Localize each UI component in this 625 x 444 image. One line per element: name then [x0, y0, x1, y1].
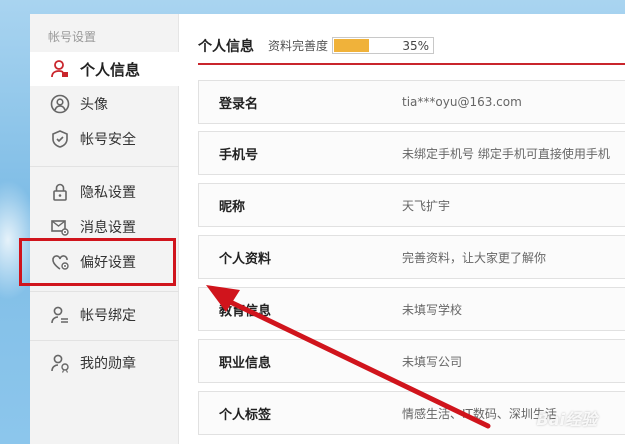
avatar-icon [50, 94, 70, 114]
row-label: 手机号 [219, 147, 259, 163]
user-link-icon [50, 305, 70, 325]
sidebar-item-privacy[interactable]: 隐私设置 [30, 175, 179, 209]
sidebar: 帐号设置 个人信息 头像 帐号安全 隐私设置 消息设置 偏好设置 帐号绑定 我的… [30, 14, 180, 444]
watermark: Bai经验 [536, 410, 597, 429]
sidebar-item-account-binding[interactable]: 帐号绑定 [30, 298, 179, 332]
sidebar-divider [30, 291, 179, 292]
row-value: 天飞扩宇 [402, 198, 451, 213]
mail-gear-icon [50, 217, 70, 237]
sidebar-item-label: 头像 [80, 97, 108, 113]
heart-gear-icon [50, 252, 70, 272]
row-value: 情感生活、IT数码、深圳生活 [402, 406, 557, 421]
row-label: 个人资料 [219, 251, 272, 267]
sidebar-item-account-security[interactable]: 帐号安全 [30, 122, 179, 156]
row-value: 未绑定手机号 绑定手机可直接使用手机 [402, 146, 610, 161]
sidebar-item-label: 消息设置 [80, 220, 136, 236]
list-item[interactable]: 个人资料 完善资料，让大家更了解你 [198, 235, 625, 279]
page-title: 个人信息 [198, 38, 254, 55]
list-item[interactable]: 登录名 tia***oyu@163.com [198, 80, 625, 124]
row-value: tia***oyu@163.com [402, 95, 522, 109]
row-label: 个人标签 [219, 407, 272, 423]
medal-user-icon [50, 353, 70, 373]
progress-percent: 35% [402, 38, 430, 53]
shield-icon [50, 129, 70, 149]
sidebar-item-label: 帐号安全 [80, 132, 136, 148]
list-item[interactable]: 昵称 天飞扩宇 [198, 183, 625, 227]
sidebar-item-label: 隐私设置 [80, 185, 136, 201]
sidebar-item-label: 偏好设置 [80, 255, 136, 271]
sidebar-item-my-medals[interactable]: 我的勋章 [30, 346, 179, 380]
sidebar-item-label: 我的勋章 [80, 356, 136, 372]
sidebar-item-label: 个人信息 [80, 60, 141, 79]
row-label: 昵称 [219, 199, 246, 215]
sidebar-item-label: 帐号绑定 [80, 308, 136, 324]
list-item[interactable]: 手机号 未绑定手机号 绑定手机可直接使用手机 [198, 131, 625, 175]
completion-label: 资料完善度 [268, 39, 329, 53]
list-item[interactable]: 教育信息 未填写学校 [198, 287, 625, 331]
settings-panel: 帐号设置 个人信息 头像 帐号安全 隐私设置 消息设置 偏好设置 帐号绑定 我的… [30, 14, 625, 444]
sidebar-item-preferences[interactable]: 偏好设置 [30, 245, 179, 279]
sidebar-item-personal-info[interactable]: 个人信息 [30, 52, 180, 86]
main-content: 个人信息 资料完善度 35% 登录名 tia***oyu@163.com 手机号… [179, 14, 625, 444]
sidebar-item-message-settings[interactable]: 消息设置 [30, 210, 179, 244]
sidebar-item-avatar[interactable]: 头像 [30, 87, 179, 121]
row-value: 未填写学校 [402, 302, 463, 317]
user-icon [50, 59, 70, 79]
sidebar-divider [30, 166, 179, 167]
progress-fill [334, 39, 370, 52]
sidebar-divider [30, 340, 179, 341]
row-label: 登录名 [219, 96, 259, 112]
completion-progress-bar: 35% [332, 37, 435, 54]
row-value: 未填写公司 [402, 354, 463, 369]
lock-icon [50, 182, 70, 202]
sidebar-section-title: 帐号设置 [48, 30, 97, 44]
section-header: 个人信息 资料完善度 35% [198, 14, 625, 65]
row-value: 完善资料，让大家更了解你 [402, 250, 547, 265]
row-label: 教育信息 [219, 303, 272, 319]
row-label: 职业信息 [219, 355, 272, 371]
list-item[interactable]: 职业信息 未填写公司 [198, 339, 625, 383]
